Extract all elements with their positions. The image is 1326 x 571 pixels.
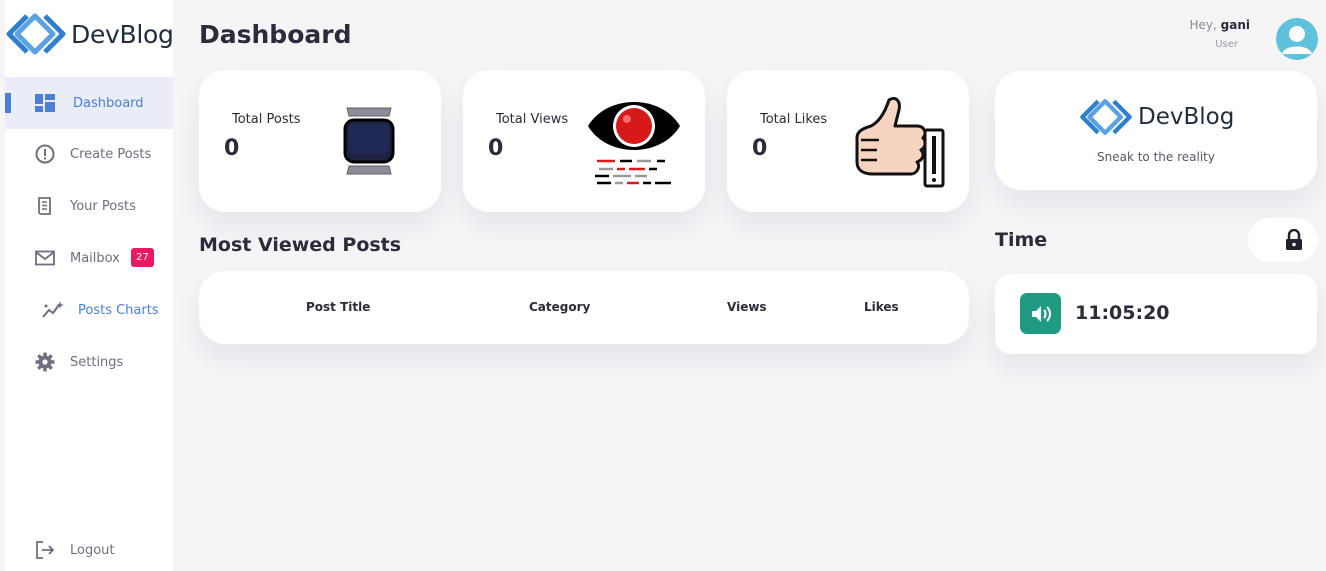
sidebar-item-label: Create Posts bbox=[70, 146, 152, 162]
sidebar-item-settings[interactable]: Settings bbox=[5, 336, 173, 388]
stat-value: 0 bbox=[488, 136, 504, 161]
promo-brand-name: DevBlog bbox=[1138, 104, 1235, 130]
stat-card-total-likes[interactable]: Total Likes 0 bbox=[727, 70, 969, 212]
promo-logo: DevBlog bbox=[1078, 96, 1234, 138]
stat-card-total-views[interactable]: Total Views 0 bbox=[463, 70, 705, 212]
sidebar-item-label: Dashboard bbox=[73, 95, 144, 111]
column-header-views[interactable]: Views bbox=[727, 300, 767, 314]
logout-button[interactable]: Logout bbox=[5, 524, 173, 571]
most-viewed-table: Post Title Category Views Likes bbox=[199, 271, 969, 344]
clock-time: 11:05:20 bbox=[1075, 302, 1170, 324]
time-title: Time bbox=[995, 229, 1048, 251]
logout-label: Logout bbox=[70, 542, 115, 558]
column-header-post-title[interactable]: Post Title bbox=[306, 300, 370, 314]
avatar[interactable] bbox=[1276, 18, 1318, 60]
sidebar-item-dashboard[interactable]: Dashboard bbox=[5, 77, 173, 129]
brand[interactable]: DevBlog bbox=[5, 10, 174, 58]
alert-circle-icon bbox=[33, 142, 57, 166]
user-role: User bbox=[1215, 39, 1238, 50]
lock-icon bbox=[1286, 229, 1302, 250]
thumbs-up-icon bbox=[855, 96, 945, 188]
stat-value: 0 bbox=[752, 136, 768, 161]
chart-sparkle-icon bbox=[41, 298, 65, 322]
user-name: gani bbox=[1220, 18, 1250, 32]
mailbox-count-badge: 27 bbox=[131, 248, 154, 267]
lock-button[interactable] bbox=[1248, 218, 1318, 262]
greeting-text: Hey, bbox=[1189, 18, 1217, 32]
gear-icon bbox=[33, 350, 57, 374]
stat-label: Total Views bbox=[496, 112, 569, 127]
logout-icon bbox=[33, 538, 57, 562]
most-viewed-title: Most Viewed Posts bbox=[199, 234, 402, 256]
sidebar-item-posts-charts[interactable]: Posts Charts bbox=[5, 284, 173, 336]
posts-list-icon bbox=[33, 194, 57, 218]
column-header-likes[interactable]: Likes bbox=[864, 300, 899, 314]
user-avatar-icon bbox=[1282, 26, 1312, 54]
sidebar-item-label: Mailbox bbox=[70, 250, 120, 266]
sidebar-item-label: Posts Charts bbox=[78, 302, 159, 318]
stat-label: Total Posts bbox=[232, 112, 301, 127]
sidebar-item-create-posts[interactable]: Create Posts bbox=[5, 128, 173, 180]
mail-icon bbox=[33, 246, 57, 270]
column-header-category[interactable]: Category bbox=[529, 300, 590, 314]
speaker-icon bbox=[1031, 305, 1051, 322]
stat-label: Total Likes bbox=[760, 112, 828, 127]
sidebar: DevBlog Dashboard Create Posts Your Post… bbox=[5, 0, 174, 571]
devblog-logo-icon bbox=[1080, 99, 1132, 135]
brand-tagline: Sneak to the reality bbox=[1097, 150, 1215, 164]
brand-promo-card: DevBlog Sneak to the reality bbox=[995, 71, 1317, 190]
stat-value: 0 bbox=[224, 136, 240, 161]
stat-card-total-posts[interactable]: Total Posts 0 bbox=[199, 70, 441, 212]
posts-device-icon bbox=[343, 107, 395, 175]
sidebar-item-your-posts[interactable]: Your Posts bbox=[5, 180, 173, 232]
eye-icon bbox=[588, 102, 680, 185]
speaker-button[interactable] bbox=[1020, 293, 1061, 334]
sidebar-item-label: Your Posts bbox=[70, 198, 136, 214]
sidebar-item-label: Settings bbox=[70, 354, 124, 370]
page-title: Dashboard bbox=[199, 20, 352, 49]
devblog-logo-icon bbox=[6, 13, 66, 55]
time-card: 11:05:20 bbox=[995, 274, 1317, 354]
sidebar-item-mailbox[interactable]: Mailbox 27 bbox=[5, 232, 173, 284]
dashboard-icon bbox=[33, 91, 57, 115]
brand-name: DevBlog bbox=[71, 19, 174, 49]
user-greeting: Hey, gani bbox=[1190, 18, 1251, 32]
